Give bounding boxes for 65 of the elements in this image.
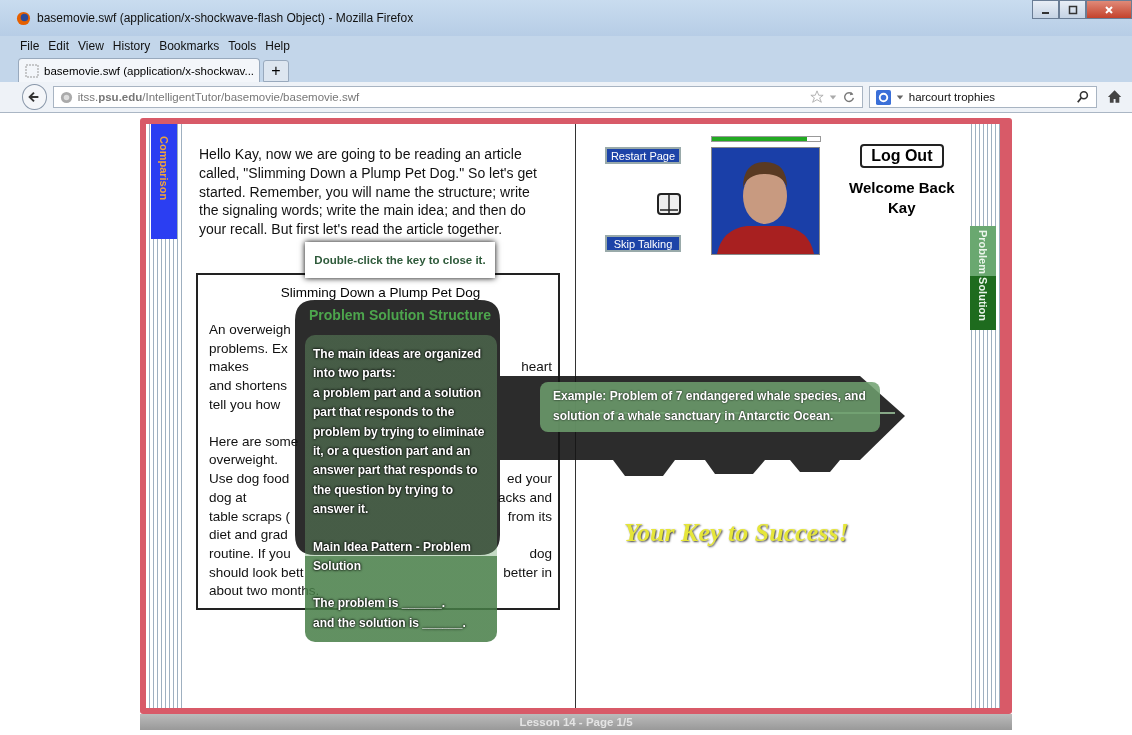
skip-talking-button[interactable]: Skip Talking xyxy=(605,235,681,252)
slogan-text: Your Key to Success! xyxy=(624,518,849,548)
new-tab-button[interactable]: + xyxy=(263,60,289,82)
menu-item[interactable]: File xyxy=(20,39,40,53)
structure-description: The main ideas are organized into two parts: xyxy=(313,346,483,383)
menu-item[interactable]: Help xyxy=(265,39,290,53)
page-footer: Lesson 14 - Page 1/5 xyxy=(140,714,1012,730)
welcome-text: Welcome Back xyxy=(849,178,955,198)
article-text: better in xyxy=(503,564,552,580)
maximize-icon xyxy=(1067,4,1078,15)
close-button[interactable] xyxy=(1086,0,1132,19)
sentence-frame: and the solution is ______. xyxy=(313,613,491,634)
article-text: ed your xyxy=(506,471,552,487)
search-engine-icon xyxy=(875,89,891,105)
article-text: An overweigh xyxy=(209,321,291,337)
menu-item[interactable]: History xyxy=(112,39,151,53)
menu-item[interactable]: View xyxy=(78,39,104,53)
problem-solution-tab[interactable]: Problem Solution xyxy=(970,226,996,330)
article-text: overweight. xyxy=(209,452,279,468)
article-text: tell you how xyxy=(209,396,281,412)
firefox-icon xyxy=(16,10,31,26)
close-icon xyxy=(1104,4,1114,15)
article-text: problems. Ex xyxy=(209,340,288,356)
article-text: Use dog food xyxy=(209,471,290,487)
article-text: from its xyxy=(507,508,552,524)
example-panel: Example: Problem of 7 endangered whale species, and solution of a whale sanctuary in Antarctic Ocean. xyxy=(540,382,880,432)
menu-item[interactable]: Tools xyxy=(228,39,257,53)
globe-icon xyxy=(59,90,73,104)
minimize-icon xyxy=(1042,11,1049,14)
article-text: dog at xyxy=(209,489,247,505)
search-field[interactable]: harcourt trophies xyxy=(868,86,1097,108)
star-icon[interactable] xyxy=(809,90,824,104)
browser-tab[interactable]: basemovie.swf (application/x-shockwav... xyxy=(18,58,260,82)
back-button[interactable] xyxy=(22,84,47,110)
article-text: dog xyxy=(529,545,552,561)
tab-label: basemovie.swf (application/x-shockwav... xyxy=(44,64,255,77)
minimize-button[interactable] xyxy=(1032,0,1059,19)
article-text: heart xyxy=(521,359,552,375)
book-icon[interactable] xyxy=(657,193,681,215)
structure-description: a problem part and a solution part that responds to the problem by trying to eliminate it, or a question part and an answer part that responds to the question by trying to answer it. xyxy=(313,384,486,519)
window-title: basemovie.swf (application/x-shockwave-flash Object) - Mozilla Firefox xyxy=(37,11,414,25)
search-icon[interactable] xyxy=(1075,90,1090,104)
article-text: diet and grad xyxy=(209,527,288,543)
menu-item[interactable]: Edit xyxy=(48,39,70,53)
article-text: makes xyxy=(209,359,249,375)
intro-text: Hello Kay, now we are going to be reading an article called, "Slimming Down a Plump Pet Dog." So let's get started. Remember, you will name the structure; write the signaling words; write the main idea; and then do your recall. But first let's read the article together. xyxy=(199,145,538,239)
article-title: Slimming Down a Plump Pet Dog xyxy=(279,285,482,301)
structure-title: Problem Solution Structure xyxy=(309,307,491,323)
sentence-frame: The problem is ______. xyxy=(313,594,491,614)
article-text: and shortens xyxy=(209,377,288,393)
welcome-text: Kay xyxy=(888,198,916,218)
article-text: routine. If you xyxy=(209,545,291,561)
home-icon[interactable] xyxy=(1106,89,1122,105)
hint-tooltip: Double-click the key to close it. xyxy=(305,242,495,278)
maximize-button[interactable] xyxy=(1059,0,1086,19)
dropdown-icon[interactable] xyxy=(895,93,904,101)
menu-item[interactable]: Bookmarks xyxy=(159,39,220,53)
page-icon xyxy=(25,63,39,78)
article-text: table scraps ( xyxy=(209,508,291,524)
reload-icon[interactable] xyxy=(841,90,856,104)
restart-page-button[interactable]: Restart Page xyxy=(605,147,681,164)
article-text: should look bett xyxy=(209,564,304,580)
address-field[interactable]: itss.psu.edu/IntelligentTutor/basemovie/basemovie.swf xyxy=(52,86,863,108)
log-out-button[interactable]: Log Out xyxy=(859,144,944,168)
main-idea-pattern: Main Idea Pattern - Problem Solution xyxy=(313,538,473,576)
